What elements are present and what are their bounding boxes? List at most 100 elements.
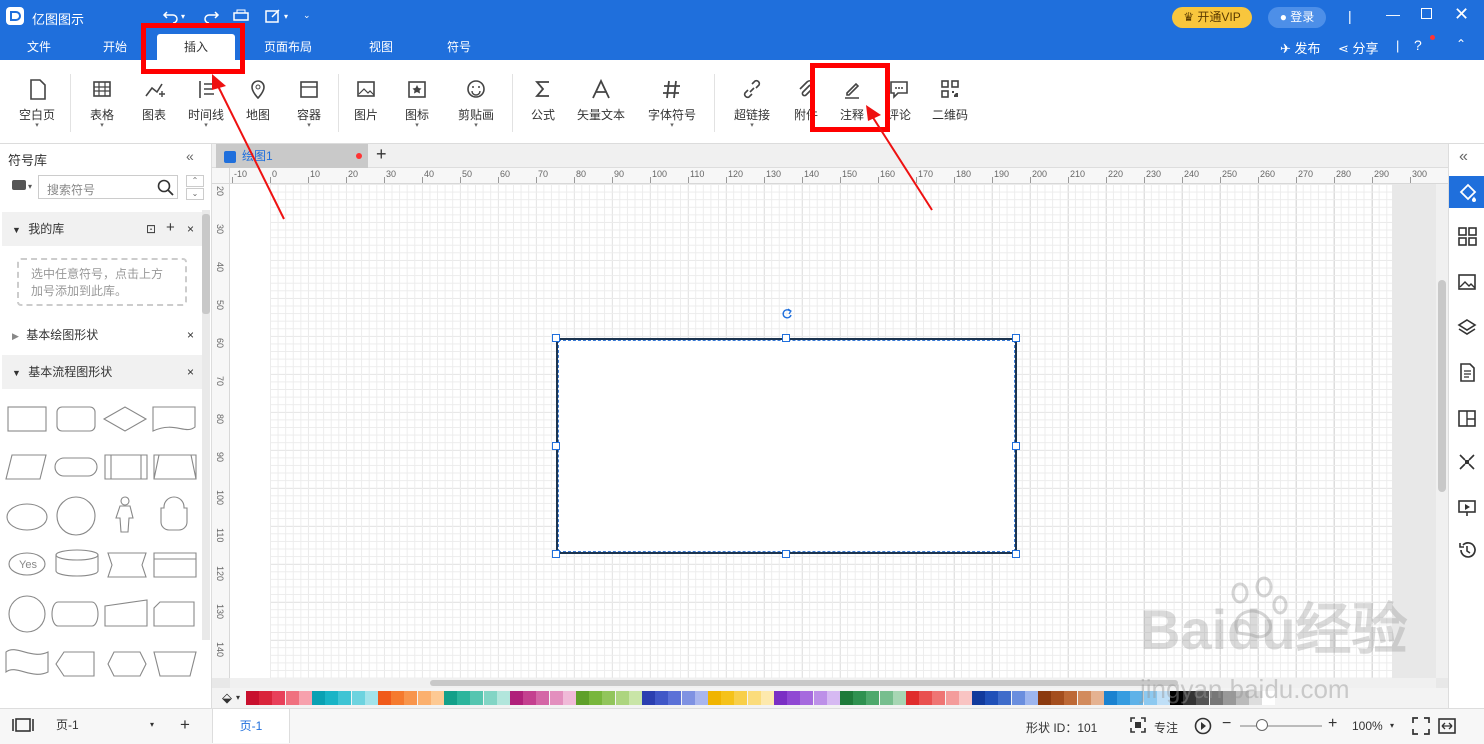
icon-button[interactable]: 图标 ▾: [396, 74, 438, 132]
fit-expand-icon[interactable]: [1457, 452, 1477, 472]
color-swatch[interactable]: [364, 691, 378, 705]
share-button[interactable]: ⋖ 分享: [1338, 38, 1379, 57]
color-swatch[interactable]: [774, 691, 787, 705]
close-icon[interactable]: ×: [187, 355, 194, 389]
qrcode-button[interactable]: 二维码: [928, 74, 972, 132]
color-swatch[interactable]: [338, 691, 352, 705]
undo-dropdown-icon[interactable]: ▾: [181, 12, 185, 21]
close-button[interactable]: ✕: [1454, 4, 1469, 25]
color-swatch[interactable]: [919, 691, 933, 705]
color-swatch[interactable]: [879, 691, 893, 705]
zoom-dropdown-icon[interactable]: ▾: [1390, 721, 1394, 730]
color-swatch[interactable]: [417, 691, 431, 705]
color-swatch[interactable]: [906, 691, 919, 705]
flowchart-shapes-header[interactable]: ▼ 基本流程图形状 ×: [2, 355, 202, 389]
color-swatch[interactable]: [325, 691, 339, 705]
add-icon[interactable]: +: [166, 211, 175, 245]
formula-button[interactable]: 公式: [522, 74, 564, 132]
picture-button[interactable]: 图片: [346, 74, 386, 132]
vip-button[interactable]: ♛ 开通VIP: [1172, 7, 1252, 28]
color-swatch[interactable]: [998, 691, 1012, 705]
color-swatch[interactable]: [932, 691, 946, 705]
color-swatch[interactable]: [655, 691, 669, 705]
page-view-icon[interactable]: [12, 717, 34, 733]
color-swatch[interactable]: [853, 691, 867, 705]
color-swatch[interactable]: [1038, 691, 1051, 705]
color-swatch[interactable]: [787, 691, 801, 705]
blank-page-button[interactable]: 空白页 ▾: [14, 74, 60, 132]
color-swatch[interactable]: [892, 691, 906, 705]
color-swatch[interactable]: [1104, 691, 1117, 705]
zoom-slider[interactable]: [1240, 725, 1322, 727]
tab-symbol[interactable]: 符号: [434, 34, 484, 60]
clipart-button[interactable]: 剪贴画 ▾: [454, 74, 498, 132]
tab-file[interactable]: 文件: [14, 34, 64, 60]
color-swatch[interactable]: [496, 691, 510, 705]
apps-grid-icon[interactable]: [1457, 226, 1477, 246]
color-swatch[interactable]: [721, 691, 735, 705]
color-swatch[interactable]: [351, 691, 365, 705]
panel-scrollbar[interactable]: [202, 210, 210, 640]
container-button[interactable]: 容器 ▾: [288, 74, 330, 132]
fill-style-button[interactable]: [1449, 176, 1484, 208]
color-swatch[interactable]: [430, 691, 444, 705]
color-swatch[interactable]: [457, 691, 471, 705]
resize-handle-n[interactable]: [782, 334, 790, 342]
scrollbar-thumb[interactable]: [202, 214, 210, 314]
fullscreen-icon[interactable]: [1412, 717, 1430, 735]
help-icon[interactable]: ?: [1414, 37, 1422, 53]
color-swatch[interactable]: [378, 691, 391, 705]
quick-access-more-icon[interactable]: ⌄: [303, 10, 311, 21]
color-swatch[interactable]: [298, 691, 312, 705]
color-swatch[interactable]: [510, 691, 523, 705]
scrollbar-thumb[interactable]: [430, 680, 1178, 686]
color-swatch[interactable]: [1051, 691, 1065, 705]
dropdown-icon[interactable]: ▾: [236, 693, 240, 702]
close-icon[interactable]: ×: [187, 320, 194, 350]
color-swatch[interactable]: [1011, 691, 1025, 705]
resize-handle-se[interactable]: [1012, 550, 1020, 558]
color-swatch[interactable]: [1024, 691, 1038, 705]
color-swatch[interactable]: [523, 691, 537, 705]
page-select[interactable]: 页-1 ▾: [50, 715, 162, 735]
color-swatch[interactable]: [312, 691, 325, 705]
color-swatch[interactable]: [866, 691, 880, 705]
color-swatch[interactable]: [404, 691, 418, 705]
scroll-up-button[interactable]: ⌃: [186, 175, 204, 187]
color-swatch[interactable]: [1064, 691, 1078, 705]
fit-width-icon[interactable]: [1438, 717, 1456, 735]
rotate-handle-icon[interactable]: [780, 307, 794, 321]
history-icon[interactable]: [1457, 540, 1477, 560]
canvas-vertical-scrollbar[interactable]: [1436, 184, 1448, 678]
color-swatch[interactable]: [694, 691, 708, 705]
focus-mode-icon[interactable]: [1130, 717, 1146, 733]
search-icon[interactable]: [157, 179, 175, 197]
close-icon[interactable]: ×: [187, 212, 194, 246]
presentation-icon[interactable]: [1457, 498, 1477, 518]
color-swatch[interactable]: [642, 691, 655, 705]
tab-home[interactable]: 开始: [90, 34, 140, 60]
font-symbol-button[interactable]: 字体符号 ▾: [644, 74, 700, 132]
page-layout-icon[interactable]: [1457, 408, 1477, 428]
document-tab[interactable]: 绘图1: [216, 144, 368, 168]
zoom-in-button[interactable]: +: [1328, 715, 1337, 733]
color-swatch[interactable]: [813, 691, 827, 705]
resize-handle-e[interactable]: [1012, 442, 1020, 450]
scrollbar-thumb[interactable]: [1438, 280, 1446, 492]
document-outline-icon[interactable]: [1457, 362, 1477, 382]
color-swatch[interactable]: [444, 691, 457, 705]
resize-handle-ne[interactable]: [1012, 334, 1020, 342]
color-swatch[interactable]: [734, 691, 748, 705]
fill-bucket-icon[interactable]: ⬙: [222, 690, 232, 706]
color-swatch[interactable]: [272, 691, 286, 705]
color-swatch[interactable]: [681, 691, 695, 705]
color-swatch[interactable]: [972, 691, 985, 705]
zoom-slider-thumb[interactable]: [1256, 719, 1268, 731]
color-swatch[interactable]: [840, 691, 853, 705]
color-swatch[interactable]: [945, 691, 959, 705]
resize-handle-nw[interactable]: [552, 334, 560, 342]
collapse-ribbon-icon[interactable]: ⌃: [1456, 37, 1466, 51]
library-manage-icon[interactable]: [12, 180, 26, 190]
focus-mode-label[interactable]: 专注: [1154, 719, 1178, 736]
export-icon[interactable]: [264, 8, 282, 27]
